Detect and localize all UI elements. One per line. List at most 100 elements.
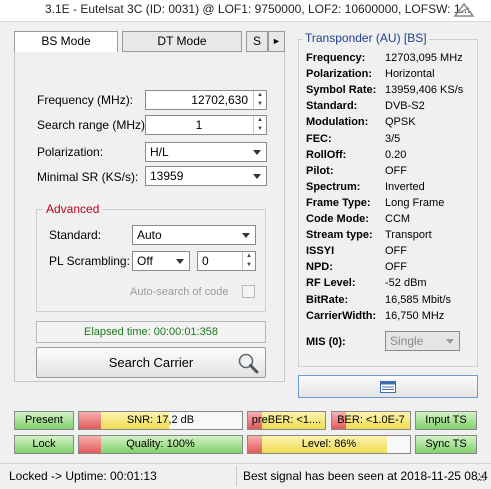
spin-down-icon[interactable]: ▼ xyxy=(243,261,255,270)
search-range-value: 1 xyxy=(195,118,203,132)
transponder-field-label: Modulation: xyxy=(306,116,369,128)
standard-value: Auto xyxy=(137,228,162,242)
preber-label: preBER: <1.... xyxy=(251,414,322,426)
snr-bar: SNR: 17,2 dB xyxy=(78,411,243,430)
present-indicator: Present xyxy=(14,411,74,430)
transponder-field-label: Frame Type: xyxy=(306,197,371,209)
frequency-spinner[interactable]: ▲ ▼ xyxy=(253,91,266,111)
transponder-field-label: Polarization: xyxy=(306,68,373,80)
search-carrier-button[interactable]: Search Carrier xyxy=(36,347,266,378)
level-bar-red xyxy=(248,436,262,453)
transponder-field-label: Frequency: xyxy=(306,52,366,64)
sync-ts-indicator: Sync TS xyxy=(415,435,477,454)
transponder-field-value: 0.20 xyxy=(385,149,407,161)
mis-label: MIS (0): xyxy=(306,336,346,348)
window-title: 3.1E - Eutelsat 3C (ID: 0031) @ LOF1: 97… xyxy=(45,2,471,16)
pl-code-input[interactable]: 0 ▲ ▼ xyxy=(197,251,256,272)
min-sr-label: Minimal SR (KS/s): xyxy=(37,170,139,184)
spin-up-icon[interactable]: ▲ xyxy=(243,252,255,261)
tab-bs-mode[interactable]: BS Mode xyxy=(14,31,118,53)
transponder-field-value: 16,750 MHz xyxy=(385,310,445,322)
transponder-field-label: Pilot: xyxy=(306,165,334,177)
input-ts-indicator: Input TS xyxy=(415,411,477,430)
tab-scroll-right-icon[interactable]: ► xyxy=(268,31,285,52)
pl-scrambling-value: Off xyxy=(137,254,153,268)
transponder-field-value: OFF xyxy=(385,261,407,273)
quality-label: Quality: 100% xyxy=(126,438,195,450)
advanced-legend: Advanced xyxy=(43,202,103,216)
transponder-field-value: DVB-S2 xyxy=(385,100,425,112)
search-range-input[interactable]: 1 ▲ ▼ xyxy=(145,115,267,136)
ber-label: BER: <1.0E-7 xyxy=(337,414,405,426)
transponder-field-value: 13959,406 KS/s xyxy=(385,84,464,96)
transponder-field-label: CarrierWidth: xyxy=(306,310,377,322)
spin-up-icon[interactable]: ▲ xyxy=(254,116,266,125)
preber-indicator: preBER: <1.... xyxy=(247,411,326,430)
quality-bar-red xyxy=(79,436,101,453)
mis-value: Single xyxy=(390,334,424,348)
transponder-field-value: -52 dBm xyxy=(385,277,427,289)
chevron-down-icon xyxy=(176,259,184,264)
spin-down-icon[interactable]: ▼ xyxy=(254,100,266,109)
transponder-field-label: Spectrum: xyxy=(306,181,361,193)
polarization-select[interactable]: H/L xyxy=(145,142,267,162)
level-label: Level: 86% xyxy=(301,438,357,450)
magnifier-icon xyxy=(236,351,260,385)
transponder-field-label: Standard: xyxy=(306,100,358,112)
tab-dt-mode[interactable]: DT Mode xyxy=(122,31,242,52)
frequency-input[interactable]: 12702,630 ▲ ▼ xyxy=(145,90,267,111)
frequency-label: Frequency (MHz): xyxy=(37,93,134,107)
level-bar: Level: 86% xyxy=(247,435,411,454)
mis-select[interactable]: Single xyxy=(385,331,460,351)
status-best-signal: Best signal has been seen at 2018-11-25 … xyxy=(243,469,488,483)
snr-label: SNR: 17,2 dB xyxy=(126,414,195,426)
search-range-label: Search range (MHz): xyxy=(37,118,149,132)
spin-down-icon[interactable]: ▼ xyxy=(254,125,266,134)
status-bar: Locked -> Uptime: 00:01:13 Best signal h… xyxy=(0,463,491,489)
transponder-field-label: Symbol Rate: xyxy=(306,84,377,96)
chevron-down-icon xyxy=(446,339,454,344)
transponder-field-label: ISSYI xyxy=(306,245,335,257)
tab-s[interactable]: S xyxy=(246,31,268,52)
polarization-label: Polarization: xyxy=(37,145,104,159)
snr-bar-red xyxy=(79,412,101,429)
transponder-field-value: QPSK xyxy=(385,116,416,128)
transponder-field-value: Long Frame xyxy=(385,197,445,209)
lock-indicator: Lock xyxy=(14,435,74,454)
transponder-legend: Transponder (AU) [BS] xyxy=(303,31,429,45)
transponder-field-value: 12703,095 MHz xyxy=(385,52,463,64)
transponder-field-label: BitRate: xyxy=(306,294,349,306)
transponder-field-value: Transport xyxy=(385,229,432,241)
transponder-field-value: 16,585 Mbit/s xyxy=(385,294,452,306)
transponder-field-label: RollOff: xyxy=(306,149,347,161)
autosearch-label: Auto-search of code xyxy=(130,286,229,298)
autosearch-checkbox[interactable] xyxy=(242,285,255,298)
transponder-field-label: Code Mode: xyxy=(306,213,369,225)
quality-bar: Quality: 100% xyxy=(78,435,243,454)
elapsed-time: Elapsed time: 00:00:01:358 xyxy=(36,321,266,343)
spin-up-icon[interactable]: ▲ xyxy=(254,91,266,100)
transponder-field-label: FEC: xyxy=(306,133,332,145)
search-range-spinner[interactable]: ▲ ▼ xyxy=(253,116,266,136)
transponder-field-value: Inverted xyxy=(385,181,425,193)
pl-scrambling-label: PL Scrambling: xyxy=(49,254,130,268)
transponder-action-button[interactable] xyxy=(298,375,478,398)
mode-tabs: BS Mode DT Mode S ► xyxy=(14,31,285,53)
pl-code-spinner[interactable]: ▲ ▼ xyxy=(242,252,255,272)
resize-grip-icon[interactable] xyxy=(474,472,486,487)
chevron-down-icon xyxy=(242,233,250,238)
transponder-field-value: 3/5 xyxy=(385,133,401,145)
transponder-field-value: CCM xyxy=(385,213,411,225)
search-carrier-label: Search Carrier xyxy=(108,355,194,370)
app-logo-icon xyxy=(453,2,475,21)
min-sr-combo[interactable]: 13959 xyxy=(145,166,267,186)
status-uptime: Locked -> Uptime: 00:01:13 xyxy=(9,469,157,483)
pl-code-value: 0 xyxy=(202,254,209,268)
pl-scrambling-select[interactable]: Off xyxy=(132,251,190,271)
title-bar: 3.1E - Eutelsat 3C (ID: 0031) @ LOF1: 97… xyxy=(0,0,491,22)
standard-select[interactable]: Auto xyxy=(132,225,256,245)
transponder-field-label: Stream type: xyxy=(306,229,373,241)
transponder-field-label: RF Level: xyxy=(306,277,356,289)
standard-label: Standard: xyxy=(49,228,102,242)
min-sr-value: 13959 xyxy=(150,169,184,183)
